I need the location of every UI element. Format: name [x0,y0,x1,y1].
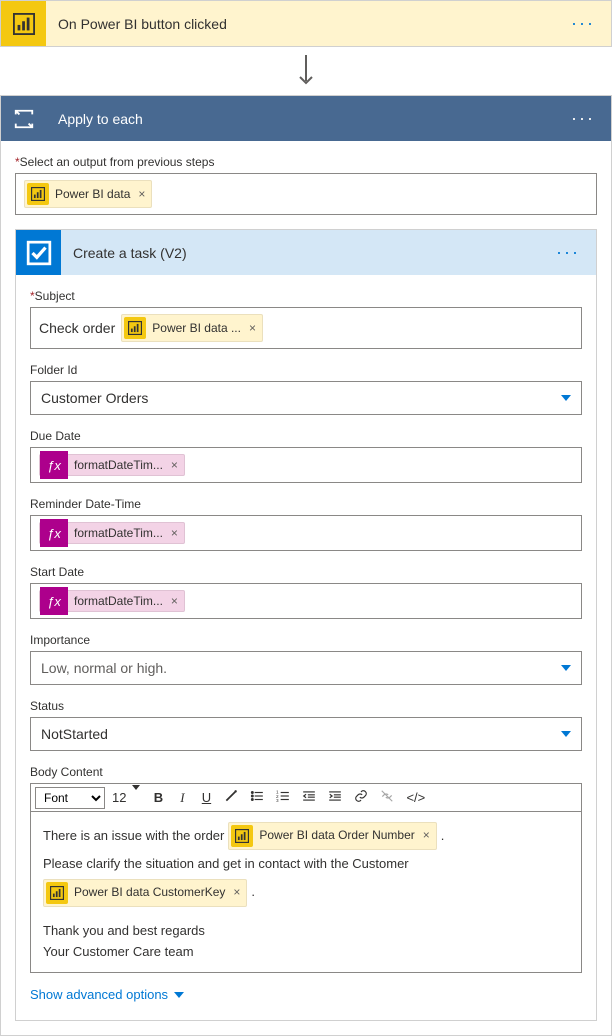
chip-label: Power BI data [55,187,130,201]
reminder-label: Reminder Date-Time [30,497,582,511]
powerbi-icon [27,183,49,205]
task-more-button[interactable]: ··· [552,242,584,263]
subject-prefix-text: Check order [39,320,115,336]
body-text: . [441,826,445,847]
outlook-tasks-icon [16,230,61,275]
link-button[interactable] [349,786,373,809]
body-content-editor[interactable]: There is an issue with the order Power B… [30,811,582,973]
loop-icon [1,96,46,141]
status-select[interactable]: NotStarted [30,717,582,751]
bar-chart-icon [13,13,35,35]
italic-button[interactable]: I [171,787,193,809]
status-label: Status [30,699,582,713]
output-input[interactable]: Power BI data × [15,173,597,215]
trigger-card: On Power BI button clicked ··· [0,0,612,47]
flow-arrow [0,53,612,89]
chevron-down-icon [174,992,184,998]
importance-select[interactable]: Low, normal or high. [30,651,582,685]
chip-label: formatDateTim... [74,594,163,608]
folder-value: Customer Orders [41,390,148,406]
powerbi-icon [1,1,46,46]
chip-remove-button[interactable]: × [249,321,256,335]
due-date-label: Due Date [30,429,582,443]
chip-powerbi-data[interactable]: Power BI data × [24,180,152,208]
bold-button[interactable]: B [147,787,169,808]
chip-label: formatDateTim... [74,458,163,472]
chip-label: Power BI data Order Number [259,826,414,845]
apply-to-each-card: Apply to each ··· *Select an output from… [0,95,612,1036]
start-date-label: Start Date [30,565,582,579]
rte-toolbar: Font 12 B I U 123 [30,783,582,811]
chip-remove-button[interactable]: × [233,883,240,902]
trigger-more-button[interactable]: ··· [567,13,599,34]
fx-icon: ƒx [40,519,68,547]
body-text: Thank you and best regards [43,921,569,942]
apply-title: Apply to each [46,111,567,127]
chip-order-number[interactable]: Power BI data Order Number × [228,822,436,850]
importance-placeholder: Low, normal or high. [41,660,167,676]
body-label: Body Content [30,765,582,779]
apply-more-button[interactable]: ··· [567,108,599,129]
indent-button[interactable] [323,786,347,809]
due-date-input[interactable]: ƒx formatDateTim... × [30,447,582,483]
font-select[interactable]: Font [35,787,105,809]
folder-label: Folder Id [30,363,582,377]
start-date-input[interactable]: ƒx formatDateTim... × [30,583,582,619]
numbered-list-button[interactable]: 123 [271,786,295,809]
show-advanced-options-link[interactable]: Show advanced options [30,987,582,1002]
chip-remove-button[interactable]: × [138,187,145,201]
subject-label: *Subject [30,289,582,303]
trigger-header[interactable]: On Power BI button clicked ··· [1,1,611,46]
chip-label: Power BI data ... [152,321,241,335]
body-text: . [251,882,255,903]
folder-select[interactable]: Customer Orders [30,381,582,415]
chip-fx-start[interactable]: ƒx formatDateTim... × [39,590,185,612]
status-value: NotStarted [41,726,108,742]
chip-label: Power BI data CustomerKey [74,883,225,902]
powerbi-icon [231,825,253,847]
apply-header[interactable]: Apply to each ··· [1,96,611,141]
svg-text:3: 3 [276,798,279,803]
chip-remove-button[interactable]: × [423,826,430,845]
chip-fx-reminder[interactable]: ƒx formatDateTim... × [39,522,185,544]
subject-input[interactable]: Check order Power BI data ... × [30,307,582,349]
fx-icon: ƒx [40,587,68,615]
code-view-button[interactable]: </> [401,787,430,808]
body-text: Please clarify the situation and get in … [43,854,409,875]
chevron-down-icon [561,665,571,671]
trigger-title: On Power BI button clicked [46,16,567,32]
powerbi-icon [46,882,68,904]
fx-icon: ƒx [40,451,68,479]
bullet-list-button[interactable] [245,786,269,809]
chevron-down-icon [561,395,571,401]
chip-powerbi-subject[interactable]: Power BI data ... × [121,314,263,342]
body-text: There is an issue with the order [43,826,224,847]
chip-label: formatDateTim... [74,526,163,540]
chip-remove-button[interactable]: × [171,458,178,472]
reminder-input[interactable]: ƒx formatDateTim... × [30,515,582,551]
task-title: Create a task (V2) [61,245,552,261]
font-size-select[interactable]: 12 [107,787,145,808]
underline-button[interactable]: U [195,787,217,808]
outdent-button[interactable] [297,786,321,809]
color-button[interactable] [219,786,243,809]
chevron-down-icon [561,731,571,737]
chip-customer-key[interactable]: Power BI data CustomerKey × [43,879,247,907]
chip-fx-due[interactable]: ƒx formatDateTim... × [39,454,185,476]
chip-remove-button[interactable]: × [171,594,178,608]
output-label: *Select an output from previous steps [15,155,597,169]
chip-remove-button[interactable]: × [171,526,178,540]
create-task-card: Create a task (V2) ··· *Subject Check or… [15,229,597,1021]
task-header[interactable]: Create a task (V2) ··· [16,230,596,275]
powerbi-icon [124,317,146,339]
unlink-button[interactable] [375,786,399,809]
importance-label: Importance [30,633,582,647]
body-text: Your Customer Care team [43,942,569,963]
